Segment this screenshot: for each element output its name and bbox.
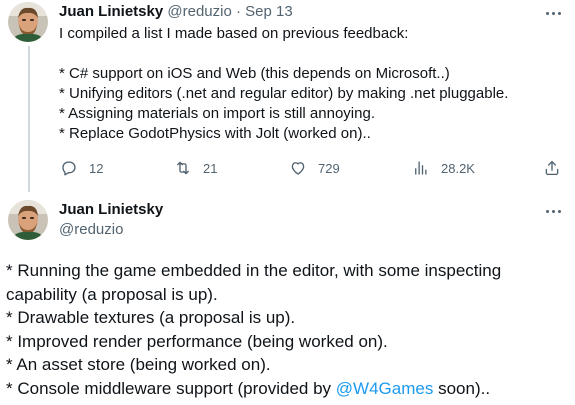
tweet-line: capability (a proposal is up). (6, 284, 218, 304)
tweet-line-last: * Console middleware support (provided b… (6, 377, 571, 401)
tweet-actions: 12 21 729 28.2K (52, 156, 572, 180)
author-name[interactable]: Juan Linietsky (59, 3, 163, 20)
more-icon[interactable] (541, 4, 565, 22)
avatar-image (8, 200, 48, 240)
avatar-image (8, 2, 48, 42)
tweet-date[interactable]: Sep 13 (245, 3, 293, 20)
avatar[interactable] (8, 200, 48, 240)
author-handle[interactable]: @reduzio (167, 3, 231, 20)
tweet-line: I compiled a list I made based on previo… (59, 25, 409, 42)
repost-button[interactable]: 21 (174, 156, 217, 180)
share-icon (545, 160, 559, 176)
tweet-line: * Assigning materials on import is still… (59, 105, 375, 122)
repost-icon (177, 161, 189, 175)
tweet-line: * C# support on iOS and Web (this depend… (59, 65, 450, 82)
mention-link[interactable]: @W4Games (336, 379, 434, 398)
tweet-line: * Drawable textures (a proposal is up). (6, 308, 296, 327)
reply-button[interactable]: 12 (60, 156, 103, 180)
views-count: 28.2K (441, 160, 475, 176)
tweet-line-prefix: * Console middleware support (provided b… (6, 378, 336, 398)
more-icon[interactable] (541, 202, 565, 220)
tweet-line: * Running the game embedded in the edito… (6, 261, 502, 280)
tweet-line: * An asset store (being worked on). (6, 355, 271, 374)
reply-icon (62, 161, 76, 176)
reply-count: 12 (89, 160, 104, 176)
avatar[interactable] (8, 2, 48, 42)
tweet-header: Juan Linietsky @reduzio · Sep 13 (59, 2, 293, 22)
author-handle[interactable]: @reduzio (59, 220, 123, 240)
share-button[interactable] (543, 156, 561, 180)
like-icon (291, 162, 305, 175)
thread-connector-line (28, 46, 30, 192)
tweet-line: * Unifying editors (.net and regular edi… (59, 85, 509, 102)
tweet-line: * Improved render performance (being wor… (6, 331, 388, 351)
views-button[interactable]: 28.2K (412, 156, 475, 180)
views-icon (415, 161, 427, 175)
tweet-line: * Replace GodotPhysics with Jolt (worked… (59, 125, 371, 142)
tweet-line-suffix: soon).. (433, 378, 491, 398)
separator-dot: · (235, 3, 241, 20)
like-count: 729 (318, 160, 340, 176)
tweet-text: * Running the game embedded in the edito… (6, 259, 571, 400)
author-name[interactable]: Juan Linietsky (59, 200, 163, 220)
like-button[interactable]: 729 (289, 156, 340, 180)
repost-count: 21 (203, 160, 218, 176)
tweet-text: I compiled a list I made based on previo… (59, 24, 559, 144)
